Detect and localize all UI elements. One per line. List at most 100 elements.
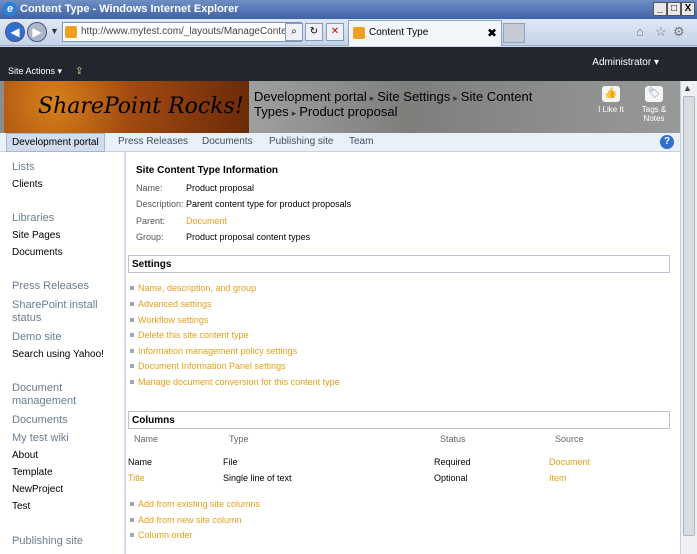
close-window-button[interactable]: X: [681, 2, 695, 16]
thumbs-up-icon: 👍: [602, 86, 620, 102]
logo-text: SharePoint Rocks!: [38, 94, 244, 119]
tab-close-icon[interactable]: ✖: [487, 21, 497, 45]
site-logo[interactable]: SharePoint Rocks!: [4, 81, 249, 133]
user-menu[interactable]: Administrator ▾: [592, 57, 659, 68]
settings-link-document-conversion[interactable]: Manage document conversion for this cont…: [138, 377, 340, 387]
settings-link-workflow[interactable]: Workflow settings: [138, 315, 208, 325]
quicklaunch-heading-press-releases[interactable]: Press Releases: [12, 280, 89, 292]
settings-link-document-information-panel[interactable]: Document Information Panel settings: [138, 361, 286, 371]
favorites-icon[interactable]: ☆: [655, 24, 667, 40]
quicklaunch-item-test[interactable]: Test: [12, 501, 30, 512]
columns-link-add-existing[interactable]: Add from existing site columns: [138, 499, 260, 509]
quicklaunch-heading-demo-site[interactable]: Demo site: [12, 331, 62, 343]
minimize-button[interactable]: _: [653, 2, 667, 16]
info-value-name: Product proposal: [186, 183, 255, 193]
column-row-type: File: [223, 457, 238, 467]
quicklaunch-item-newproject[interactable]: NewProject: [12, 484, 63, 495]
history-dropdown-icon[interactable]: ▼: [50, 26, 59, 36]
bullet-icon: [130, 333, 134, 337]
breadcrumb-separator-icon: ▸: [369, 93, 375, 103]
column-row-status: Optional: [434, 473, 468, 483]
quicklaunch-item-site-pages[interactable]: Site Pages: [12, 230, 60, 241]
browser-toolbar: ◀ ▶ ▼ http://www.mytest.com/_layouts/Man…: [0, 19, 697, 46]
topnav-publishing-site[interactable]: Publishing site: [269, 136, 333, 147]
info-title: Site Content Type Information: [136, 165, 279, 176]
breadcrumb-separator-icon: ▸: [291, 108, 297, 118]
bullet-icon: [130, 302, 134, 306]
info-label-parent: Parent:: [136, 216, 166, 226]
settings-link-name-description-group[interactable]: Name, description, and group: [138, 283, 256, 293]
columns-link-column-order[interactable]: Column order: [138, 530, 193, 540]
topnav-development-portal[interactable]: Development portal: [6, 133, 105, 152]
help-icon[interactable]: ?: [660, 135, 674, 149]
settings-link-advanced[interactable]: Advanced settings: [138, 299, 212, 309]
column-row-name-link[interactable]: Title: [128, 473, 145, 483]
maximize-button[interactable]: □: [667, 2, 681, 16]
sharepoint-ribbon: Site Actions ▾ ⇪ Administrator ▾: [0, 47, 697, 81]
tab-label: Content Type: [369, 27, 429, 38]
site-actions-menu[interactable]: Site Actions ▾: [8, 66, 62, 77]
top-navigation: Development portal Press Releases Docume…: [0, 133, 680, 152]
quicklaunch-heading-libraries[interactable]: Libraries: [12, 212, 54, 224]
column-header-name: Name: [134, 434, 159, 444]
back-button[interactable]: ◀: [5, 22, 25, 42]
column-row-source-link[interactable]: Document: [549, 457, 590, 467]
column-header-status: Status: [440, 434, 466, 444]
column-header-type: Type: [229, 434, 249, 444]
quicklaunch-item-about[interactable]: About: [12, 450, 38, 461]
tags-notes-button[interactable]: 🏷 Tags & Notes: [636, 86, 672, 123]
info-value-parent-link[interactable]: Document: [186, 216, 227, 226]
tags-notes-label: Tags & Notes: [641, 105, 667, 123]
info-value-group: Product proposal content types: [186, 232, 311, 242]
i-like-it-button[interactable]: 👍 I Like It: [594, 86, 628, 114]
window-title: Content Type - Windows Internet Explorer: [20, 3, 239, 15]
column-row-source-link[interactable]: Item: [549, 473, 567, 483]
quicklaunch-item-template[interactable]: Template: [12, 467, 53, 478]
columns-link-add-new[interactable]: Add from new site column: [138, 515, 242, 525]
quicklaunch-heading-lists[interactable]: Lists: [12, 161, 35, 173]
ie-logo-icon: e: [3, 2, 17, 16]
settings-link-info-management-policy[interactable]: Information management policy settings: [138, 346, 297, 356]
topnav-team[interactable]: Team: [349, 136, 373, 147]
quicklaunch-item-documents[interactable]: Documents: [12, 247, 63, 258]
breadcrumb: Development portal ▸ Site Settings ▸ Site Co…: [254, 90, 574, 120]
bullet-icon: [130, 533, 134, 537]
vertical-scrollbar[interactable]: ▲: [680, 81, 697, 554]
quicklaunch-heading-documents[interactable]: Documents: [12, 414, 68, 426]
scroll-up-icon[interactable]: ▲: [683, 83, 692, 93]
quicklaunch-item-clients[interactable]: Clients: [12, 179, 43, 190]
quicklaunch-heading-my-test-wiki[interactable]: My test wiki: [12, 432, 69, 444]
quicklaunch-heading-install-status[interactable]: SharePoint install status: [12, 299, 117, 325]
column-header-source: Source: [555, 434, 584, 444]
quicklaunch-heading-publishing-site[interactable]: Publishing site: [12, 535, 83, 547]
info-label-name: Name:: [136, 183, 163, 193]
quicklaunch-heading-document-management[interactable]: Document management: [12, 382, 107, 408]
breadcrumb-item-development-portal[interactable]: Development portal: [254, 89, 367, 104]
settings-section-header: Settings: [128, 255, 670, 273]
bullet-icon: [130, 380, 134, 384]
navigate-up-icon[interactable]: ⇪: [75, 66, 85, 77]
address-search-icon[interactable]: ⌕: [285, 23, 303, 41]
site-banner: SharePoint Rocks! Development portal ▸ Sit…: [0, 81, 680, 133]
topnav-documents[interactable]: Documents: [202, 136, 253, 147]
forward-button[interactable]: ▶: [27, 22, 47, 42]
tag-icon: 🏷: [645, 86, 663, 102]
new-tab-button[interactable]: [503, 23, 525, 43]
bullet-icon: [130, 318, 134, 322]
stop-button[interactable]: ✕: [326, 23, 344, 41]
i-like-it-label: I Like It: [598, 105, 624, 114]
tools-icon[interactable]: ⚙: [673, 24, 685, 40]
address-bar[interactable]: http://www.mytest.com/_layouts/ManageCon…: [62, 22, 302, 42]
breadcrumb-item-site-settings[interactable]: Site Settings: [377, 89, 450, 104]
quicklaunch-item-search-yahoo[interactable]: Search using Yahoo!: [12, 349, 104, 360]
refresh-button[interactable]: ↻: [305, 23, 323, 41]
quick-launch: Lists Clients Libraries Site Pages Docum…: [0, 152, 125, 554]
scrollbar-thumb[interactable]: [683, 96, 695, 536]
tab-favicon-icon: [353, 27, 365, 39]
home-icon[interactable]: ⌂: [636, 24, 644, 39]
settings-link-delete[interactable]: Delete this site content type: [138, 330, 249, 340]
bullet-icon: [130, 286, 134, 290]
columns-section-header: Columns: [128, 411, 670, 429]
tab-content-type[interactable]: Content Type ✖: [348, 20, 502, 46]
topnav-press-releases[interactable]: Press Releases: [118, 136, 188, 147]
